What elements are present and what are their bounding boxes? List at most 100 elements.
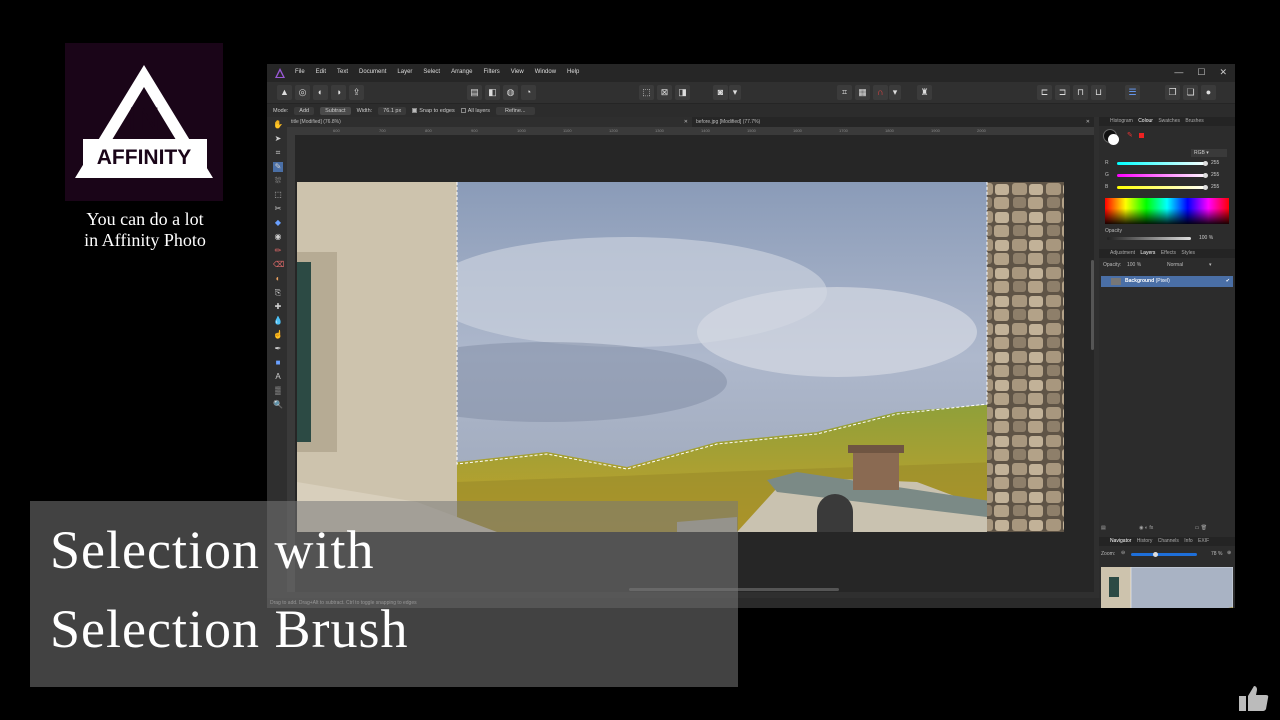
auto-white-balance-icon[interactable]: ◔ bbox=[521, 85, 536, 100]
snap-to-edges-checkbox[interactable]: Snap to edges bbox=[412, 108, 455, 114]
r-slider[interactable] bbox=[1117, 161, 1208, 166]
layer-options-icon[interactable]: ▤ bbox=[1101, 525, 1106, 531]
dodge-tool-icon[interactable]: ◐ bbox=[273, 274, 283, 284]
slider-knob[interactable] bbox=[1203, 185, 1208, 190]
tab-exif[interactable]: EXIF bbox=[1198, 538, 1209, 544]
chevron-down-icon[interactable]: ▾ bbox=[1209, 262, 1212, 268]
selection-brush-tool-icon[interactable]: ✎ bbox=[273, 162, 283, 172]
align-center-icon[interactable]: ⊐ bbox=[1055, 85, 1070, 100]
tab-adjustment[interactable]: Adjustment bbox=[1110, 250, 1135, 256]
layer-visibility-checkbox[interactable]: ✔ bbox=[1226, 276, 1230, 287]
menu-arrange[interactable]: Arrange bbox=[451, 69, 472, 75]
liquify-persona-icon[interactable]: ◎ bbox=[295, 85, 310, 100]
slider-knob[interactable] bbox=[1203, 173, 1208, 178]
insert-inside-icon[interactable]: ❐ bbox=[1165, 85, 1180, 100]
navigator-thumbnail[interactable] bbox=[1101, 567, 1233, 608]
menu-view[interactable]: View bbox=[511, 69, 524, 75]
menu-filters[interactable]: Filters bbox=[483, 69, 499, 75]
develop-persona-icon[interactable]: ◐ bbox=[313, 85, 328, 100]
doc-tab-title[interactable]: title [Modified] (76.8%) ✕ bbox=[287, 117, 692, 127]
insert-behind-icon[interactable]: ❏ bbox=[1183, 85, 1198, 100]
align-right-icon[interactable]: ⊓ bbox=[1073, 85, 1088, 100]
zoom-tool-icon[interactable]: 🔍 bbox=[273, 400, 283, 410]
document-photo[interactable] bbox=[297, 182, 1064, 532]
menu-edit[interactable]: Edit bbox=[316, 69, 326, 75]
recent-colour-swatch[interactable] bbox=[1139, 133, 1144, 138]
menu-text[interactable]: Text bbox=[337, 69, 348, 75]
colour-picker-icon[interactable]: ✎ bbox=[1127, 131, 1133, 139]
tab-brushes[interactable]: Brushes bbox=[1185, 118, 1203, 124]
menu-document[interactable]: Document bbox=[359, 69, 386, 75]
auto-colours-icon[interactable]: ◍ bbox=[503, 85, 518, 100]
snapping-magnet-icon[interactable]: ∩ bbox=[873, 85, 888, 100]
hand-tool-icon[interactable]: ✋ bbox=[273, 120, 283, 130]
add-group-icon[interactable]: ▭ bbox=[1195, 525, 1200, 531]
g-value[interactable]: 255 bbox=[1211, 172, 1219, 178]
move-tool-icon[interactable]: ➤ bbox=[273, 134, 283, 144]
zoom-out-icon[interactable]: ⊖ bbox=[1121, 550, 1125, 556]
refine-button[interactable]: Refine... bbox=[496, 106, 535, 115]
chevron-down-icon[interactable]: ▾ bbox=[729, 85, 741, 100]
menu-file[interactable]: File bbox=[295, 69, 305, 75]
marquee-select-icon[interactable]: ⬚ bbox=[639, 85, 654, 100]
doc-tab-before[interactable]: before.jpg [Modified] (77.7%) ✕ bbox=[692, 117, 1094, 127]
menu-window[interactable]: Window bbox=[535, 69, 556, 75]
g-slider[interactable] bbox=[1117, 173, 1208, 178]
tab-channels[interactable]: Channels bbox=[1158, 538, 1179, 544]
text-tool-icon[interactable]: A bbox=[273, 372, 283, 382]
blend-mode-select[interactable]: Normal bbox=[1167, 262, 1183, 268]
layer-opacity-value[interactable]: 100 % bbox=[1127, 262, 1141, 268]
zoom-in-icon[interactable]: ⊕ bbox=[1227, 550, 1231, 556]
slider-knob[interactable] bbox=[1203, 161, 1208, 166]
smudge-tool-icon[interactable]: ☝ bbox=[273, 330, 283, 340]
account-icon[interactable]: ● bbox=[1201, 85, 1216, 100]
close-icon[interactable]: ✕ bbox=[684, 117, 688, 127]
clone-tool-icon[interactable]: ⎘ bbox=[273, 288, 283, 298]
quick-mask-icon[interactable]: ◙ bbox=[713, 85, 728, 100]
affinity-photo-icon[interactable] bbox=[274, 67, 286, 79]
tone-mapping-persona-icon[interactable]: ◑ bbox=[331, 85, 346, 100]
colour-model-select[interactable]: RGB ▾ bbox=[1191, 149, 1227, 157]
r-value[interactable]: 255 bbox=[1211, 160, 1219, 166]
tab-history[interactable]: History bbox=[1137, 538, 1153, 544]
menu-help[interactable]: Help bbox=[567, 69, 579, 75]
invert-selection-icon[interactable]: ◨ bbox=[675, 85, 690, 100]
tab-effects[interactable]: Effects bbox=[1161, 250, 1176, 256]
close-button[interactable]: ✕ bbox=[1219, 67, 1227, 77]
minimize-button[interactable]: — bbox=[1174, 67, 1183, 77]
tab-info[interactable]: Info bbox=[1184, 538, 1192, 544]
slider-knob[interactable] bbox=[1153, 552, 1158, 557]
tab-histogram[interactable]: Histogram bbox=[1110, 118, 1133, 124]
marquee-tool-icon[interactable]: ⬚ bbox=[273, 190, 283, 200]
maximize-button[interactable]: ☐ bbox=[1197, 67, 1205, 77]
tab-swatches[interactable]: Swatches bbox=[1158, 118, 1180, 124]
menu-select[interactable]: Select bbox=[423, 69, 440, 75]
mask-icon[interactable]: ◉ bbox=[1139, 525, 1143, 531]
b-value[interactable]: 255 bbox=[1211, 184, 1219, 190]
auto-contrast-icon[interactable]: ◧ bbox=[485, 85, 500, 100]
crop-tool-icon[interactable]: ⌗ bbox=[273, 148, 283, 158]
tab-styles[interactable]: Styles bbox=[1181, 250, 1195, 256]
layer-row-background[interactable]: Background (Pixel) ✔ bbox=[1101, 276, 1233, 287]
tab-layers[interactable]: Layers bbox=[1140, 250, 1155, 256]
vertical-scrollbar[interactable] bbox=[1091, 260, 1094, 350]
mode-add-button[interactable]: Add bbox=[294, 106, 315, 115]
mode-subtract-button[interactable]: Subtract bbox=[320, 106, 351, 115]
thumbs-up-icon[interactable] bbox=[1238, 684, 1270, 712]
colour-opacity-value[interactable]: 100 % bbox=[1199, 235, 1213, 241]
adjustment-icon[interactable]: ◐ bbox=[1145, 525, 1148, 531]
tab-colour[interactable]: Colour bbox=[1138, 118, 1153, 124]
snapping-icon[interactable]: ⌗ bbox=[837, 85, 852, 100]
align-left-icon[interactable]: ⊏ bbox=[1037, 85, 1052, 100]
width-input[interactable]: 76.1 px bbox=[378, 106, 407, 115]
export-persona-icon[interactable]: ⇪ bbox=[349, 85, 364, 100]
zoom-slider[interactable] bbox=[1131, 552, 1197, 557]
shape-tool-icon[interactable]: ■ bbox=[273, 358, 283, 368]
delete-icon[interactable]: 🗑 bbox=[1201, 525, 1207, 531]
all-layers-checkbox[interactable]: All layers bbox=[460, 108, 490, 114]
photo-persona-icon[interactable]: ▲ bbox=[277, 85, 292, 100]
colour-spectrum[interactable] bbox=[1105, 198, 1229, 224]
menu-layer[interactable]: Layer bbox=[397, 69, 412, 75]
erase-brush-tool-icon[interactable]: ⌫ bbox=[273, 260, 284, 270]
auto-levels-icon[interactable]: ▤ bbox=[467, 85, 482, 100]
